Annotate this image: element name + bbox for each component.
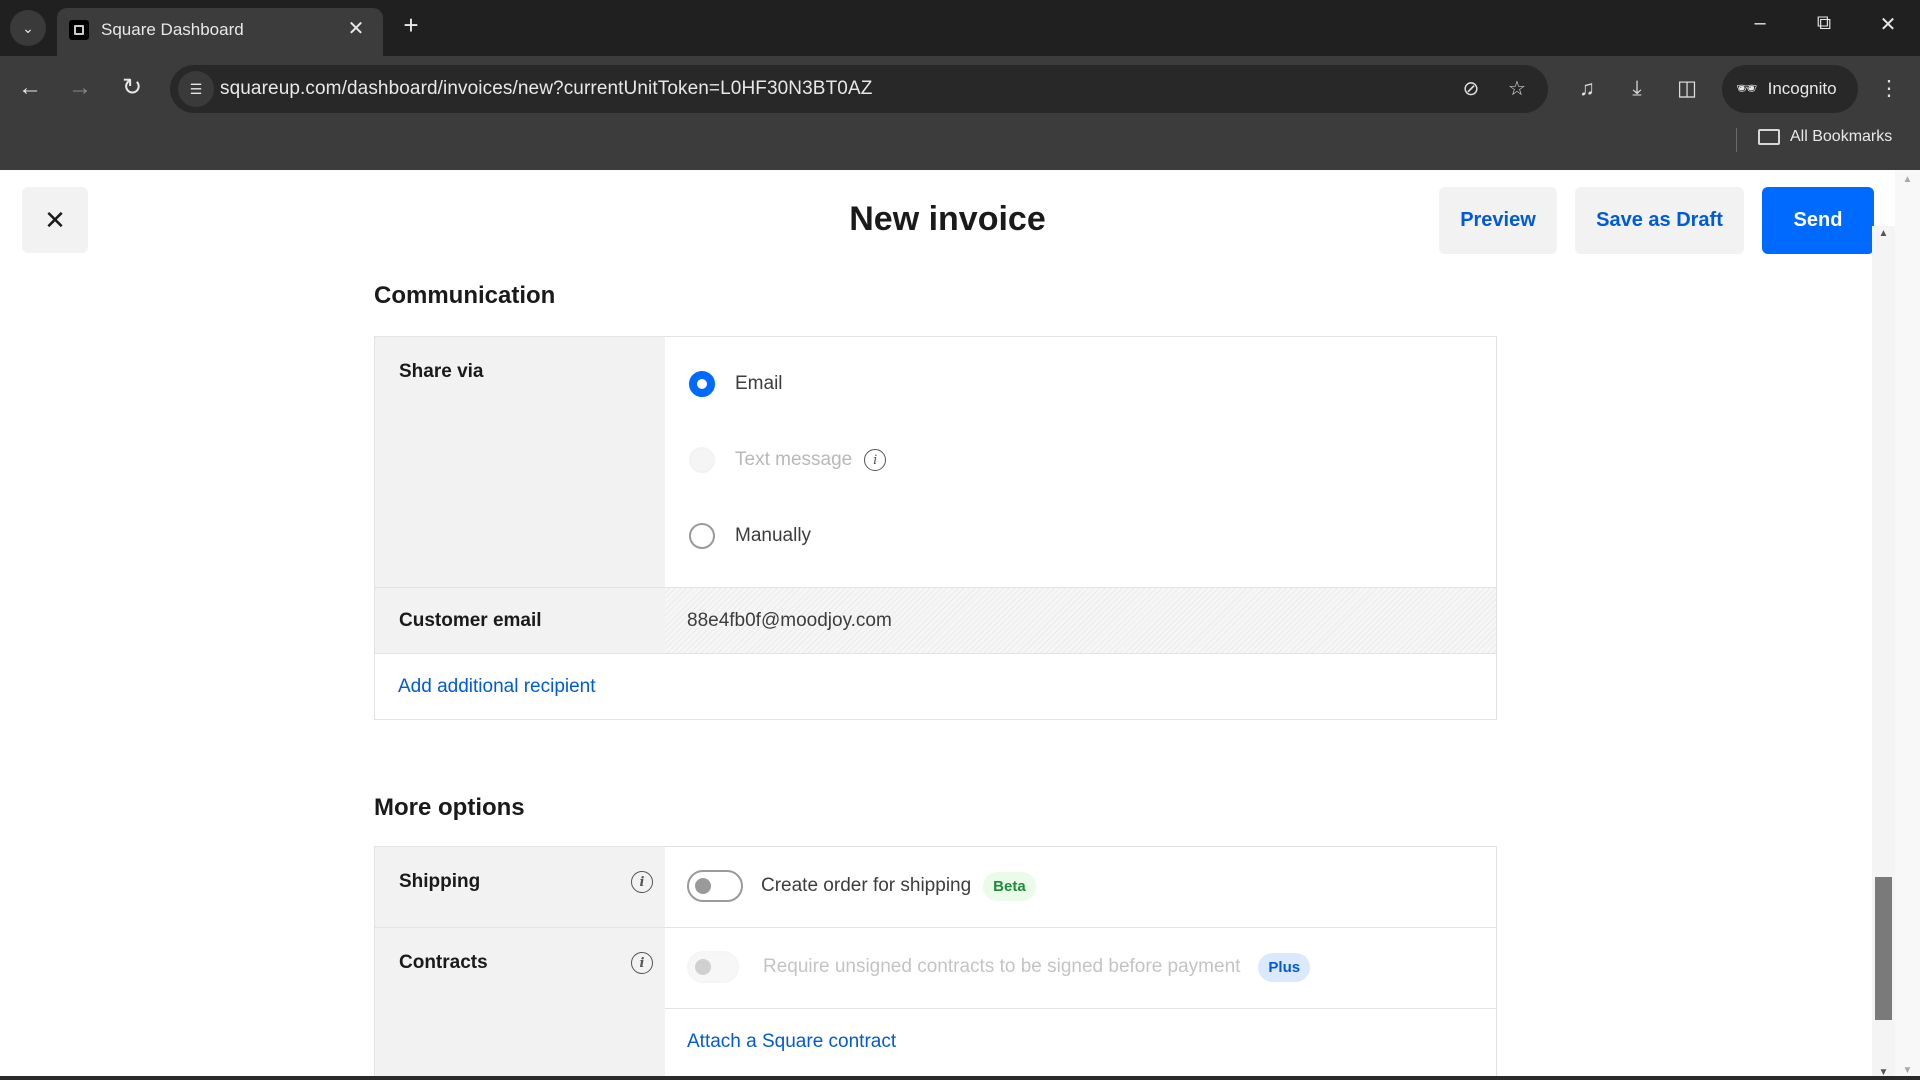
eye-off-icon[interactable]: ⊘ [1456,74,1486,104]
scroll-up-arrow-icon[interactable]: ▲ [1872,228,1895,239]
radio-option-manually[interactable]: Manually [689,523,811,549]
page-scroll-down-icon[interactable]: ▼ [1896,1065,1919,1076]
all-bookmarks-label: All Bookmarks [1790,128,1893,145]
tab-square-dashboard[interactable]: Square Dashboard ✕ [57,8,383,56]
square-favicon-icon [69,20,89,40]
customer-email-value: 88e4fb0f@moodjoy.com [687,610,892,631]
bookmark-star-icon[interactable]: ☆ [1502,74,1532,104]
more-options-heading: More options [374,794,525,821]
folder-icon [1758,129,1780,145]
tab-close-icon[interactable]: ✕ [343,16,369,41]
contracts-options: Require unsigned contracts to be signed … [665,928,1496,1076]
radio-email[interactable] [689,371,715,397]
save-as-draft-button[interactable]: Save as Draft [1575,187,1744,254]
address-bar[interactable]: ☰ squareup.com/dashboard/invoices/new?cu… [170,65,1548,113]
customer-email-row: Customer email 88e4fb0f@moodjoy.com [375,588,1496,654]
communication-heading: Communication [374,282,556,309]
media-controls-icon[interactable]: ♫ [1570,72,1604,106]
new-tab-button[interactable]: + [395,10,427,42]
invoice-page: ✕ New invoice Preview Save as Draft Send… [0,170,1920,1080]
chevron-down-icon: ⌄ [22,19,34,36]
shipping-row: Shipping i Create order for shipping Bet… [375,847,1496,928]
customer-email-field: 88e4fb0f@moodjoy.com [665,588,1496,653]
forward-arrow-icon[interactable]: → [63,72,97,106]
more-options-card: Shipping i Create order for shipping Bet… [374,846,1497,1077]
tab-search-button[interactable]: ⌄ [10,10,46,46]
radio-text-message-label: Text message [735,449,853,470]
contracts-row: Contracts i Require unsigned contracts t… [375,928,1496,1076]
all-bookmarks-button[interactable]: All Bookmarks [1758,128,1892,146]
create-order-for-shipping-toggle[interactable] [687,870,743,902]
side-panel-icon[interactable]: ◫ [1670,72,1704,106]
scrollbar-thumb[interactable] [1875,877,1892,1020]
browser-menu-icon[interactable]: ⋮ [1872,72,1906,106]
incognito-label: Incognito [1767,79,1837,98]
shipping-option: Create order for shipping Beta [665,847,1496,927]
create-order-for-shipping-label: Create order for shipping [761,875,972,896]
contracts-label: Contracts [399,952,488,973]
add-additional-recipient-link[interactable]: Add additional recipient [398,676,596,698]
incognito-icon: 🕶 [1736,79,1758,98]
page-scroll-up-icon[interactable]: ▲ [1896,174,1919,185]
plus-badge: Plus [1258,952,1311,982]
shipping-info-icon[interactable]: i [631,871,653,893]
page-scrollbar[interactable]: ▲ ▼ [1895,170,1920,1080]
add-recipient-row: Add additional recipient [375,654,1496,719]
radio-manually[interactable] [689,523,715,549]
radio-email-label: Email [735,373,783,394]
taskbar-edge [0,1076,1920,1080]
radio-option-text-message: Text message i [689,447,887,473]
attach-square-contract-link[interactable]: Attach a Square contract [687,1031,896,1053]
send-button[interactable]: Send [1762,187,1874,254]
customer-email-label: Customer email [375,588,665,653]
bookmarks-divider [1736,128,1737,152]
reload-icon[interactable]: ↻ [115,72,149,106]
window-close-icon[interactable]: ✕ [1868,12,1908,37]
contracts-label-cell: Contracts i [375,928,665,1076]
beta-badge: Beta [983,871,1036,901]
require-signed-contracts-label: Require unsigned contracts to be signed … [763,956,1241,977]
url-text[interactable]: squareup.com/dashboard/invoices/new?curr… [220,78,872,100]
content-scrollbar[interactable]: ▲ ▼ [1872,226,1895,1080]
radio-manually-label: Manually [735,525,812,546]
radio-text-message [689,447,715,473]
tab-title: Square Dashboard [101,20,244,39]
share-via-label: Share via [375,337,665,587]
back-arrow-icon[interactable]: ← [13,72,47,106]
preview-button[interactable]: Preview [1439,187,1557,254]
share-via-row: Share via Email Text message i Manually [375,337,1496,588]
share-via-options: Email Text message i Manually [665,337,1496,587]
communication-card: Share via Email Text message i Manually … [374,336,1497,720]
restore-icon[interactable]: ⧉ [1804,12,1844,35]
require-signed-contracts-toggle [687,951,739,983]
info-icon[interactable]: i [864,449,887,471]
download-icon[interactable]: ⤓ [1620,72,1654,106]
incognito-indicator[interactable]: 🕶 Incognito [1722,65,1858,113]
contracts-info-icon[interactable]: i [631,952,653,974]
minimize-icon[interactable]: – [1740,12,1780,35]
tab-strip: ⌄ Square Dashboard ✕ + – ⧉ ✕ [0,0,1920,56]
shipping-label: Shipping [399,871,481,892]
browser-chrome: ⌄ Square Dashboard ✕ + – ⧉ ✕ ← → ↻ ☰ squ… [0,0,1920,170]
site-settings-icon[interactable]: ☰ [178,71,214,107]
shipping-label-cell: Shipping i [375,847,665,927]
radio-option-email[interactable]: Email [689,371,783,397]
